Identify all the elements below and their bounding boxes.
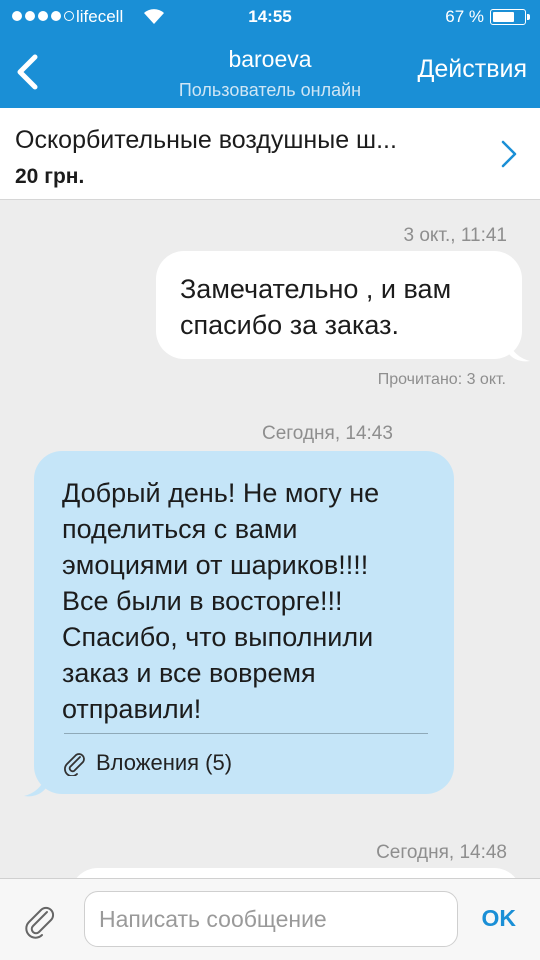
product-title: Оскорбительные воздушные ш...: [15, 126, 397, 154]
attachments-label: Вложения (5): [96, 750, 233, 775]
message-timestamp: 3 окт., 11:41: [403, 225, 507, 246]
incoming-message-bubble[interactable]: Добрый день! Не могу не поделиться с вам…: [34, 451, 454, 794]
read-receipt: Прочитано: 3 окт.: [377, 371, 506, 388]
message-line: Все были в восторге!!!: [62, 586, 343, 616]
battery-percentage: 67 %: [445, 7, 484, 26]
message-line: заказ и все вовремя: [62, 658, 316, 688]
bubble-tail: [24, 776, 46, 797]
online-status: Пользователь онлайн: [178, 80, 362, 100]
product-price: 20 грн.: [15, 165, 85, 188]
message-composer: OK: [0, 878, 540, 960]
navigation-bar: lifecell 14:55 67 % baroeva Пользователь…: [0, 0, 540, 108]
battery-icon: [490, 9, 530, 25]
message-line: Добрый день! Не могу не: [62, 478, 380, 508]
status-bar: lifecell 14:55 67 %: [0, 0, 540, 34]
message-line: спасибо за заказ.: [180, 310, 399, 340]
paperclip-icon: [64, 753, 85, 776]
message-line: Спасибо, что выполнили: [62, 622, 374, 652]
attachments-link[interactable]: Вложения (5): [62, 745, 232, 781]
attachments-divider: [64, 733, 428, 734]
outgoing-message-bubble[interactable]: Замечательно , и вам спасибо за заказ.: [156, 251, 522, 359]
message-line: поделиться с вами: [62, 514, 298, 544]
message-line: отправили!: [62, 694, 202, 724]
product-header[interactable]: Оскорбительные воздушные ш... 20 грн.: [0, 108, 540, 200]
conversation-title: baroeva: [228, 46, 312, 72]
bubble-tail: [508, 341, 530, 362]
message-line: эмоциями от шариков!!!!: [62, 550, 369, 580]
message-timestamp: Сегодня, 14:43: [262, 423, 393, 444]
message-timestamp: Сегодня, 14:48: [376, 842, 507, 863]
actions-button[interactable]: Действия: [417, 55, 527, 84]
attach-paperclip-icon[interactable]: [22, 903, 58, 939]
send-button[interactable]: OK: [482, 905, 517, 932]
back-chevron-icon[interactable]: [8, 44, 52, 100]
message-input[interactable]: [84, 891, 458, 947]
chevron-right-icon: [501, 140, 517, 168]
message-line: Замечательно , и вам: [180, 274, 452, 304]
